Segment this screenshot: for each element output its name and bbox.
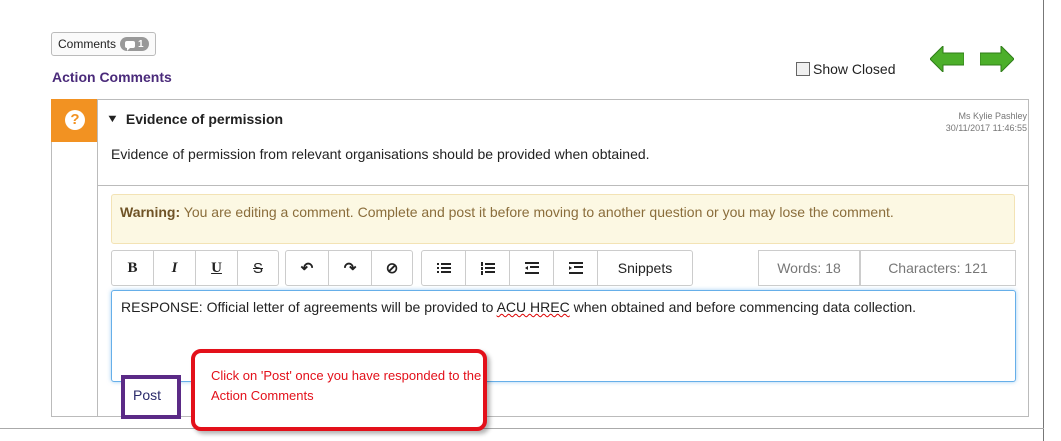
show-closed-toggle[interactable]: Show Closed — [796, 61, 896, 77]
comments-tab-label: Comments — [58, 37, 117, 51]
undo-button[interactable]: ↶ — [286, 251, 329, 285]
window-border-bottom — [0, 428, 1044, 429]
clear-format-button[interactable]: ⊘ — [372, 251, 412, 285]
editor-misspelled-acronym: ACU HREC — [496, 299, 570, 315]
bullet-list-icon — [436, 263, 451, 273]
comment-body: Evidence of permission from relevant org… — [111, 146, 650, 162]
window-border-right — [1043, 0, 1044, 441]
post-button[interactable]: Post — [121, 375, 181, 419]
snippets-button[interactable]: Snippets — [598, 251, 692, 285]
question-icon: ? — [65, 110, 85, 130]
indent-button[interactable] — [554, 251, 598, 285]
warning-label: Warning: — [120, 204, 181, 220]
comment-author: Ms Kylie Pashley — [958, 111, 1027, 121]
outdent-button[interactable] — [510, 251, 554, 285]
list-group: Snippets — [421, 250, 693, 286]
outdent-icon — [524, 262, 539, 274]
warning-text: You are editing a comment. Complete and … — [180, 204, 894, 220]
indent-icon — [568, 262, 583, 274]
comments-tab[interactable]: Comments 1 — [51, 32, 156, 56]
comment-timestamp: 30/11/2017 11:46:55 — [945, 123, 1027, 133]
character-count: Characters: 121 — [860, 250, 1016, 286]
comment-title: Evidence of permission — [125, 111, 284, 127]
strip-divider — [97, 99, 98, 417]
editor-text-start: RESPONSE: Official letter of agreements … — [121, 299, 497, 315]
strikethrough-button[interactable]: S — [238, 251, 278, 285]
show-closed-checkbox[interactable] — [796, 62, 810, 76]
comment-bubble-icon — [125, 40, 136, 51]
editor-text-end: when obtained and before commencing data… — [569, 299, 917, 315]
bold-button[interactable]: B — [112, 251, 154, 285]
arrow-left-icon[interactable] — [930, 46, 964, 72]
comments-count: 1 — [138, 38, 144, 50]
section-title: Action Comments — [52, 69, 172, 85]
redo-button[interactable]: ↷ — [329, 251, 372, 285]
comment-heading[interactable]: ▼ Evidence of permission — [105, 111, 284, 127]
underline-button[interactable]: U — [196, 251, 238, 285]
question-status-strip: ? — [51, 99, 97, 142]
divider — [97, 185, 1029, 186]
italic-button[interactable]: I — [154, 251, 196, 285]
chevron-down-icon: ▼ — [105, 113, 119, 125]
history-group: ↶ ↷ ⊘ — [285, 250, 413, 286]
instruction-callout: Click on 'Post' once you have responded … — [191, 349, 487, 431]
show-closed-label: Show Closed — [813, 61, 896, 77]
numbered-list-icon — [480, 261, 495, 275]
comments-count-badge: 1 — [120, 37, 149, 51]
word-count: Words: 18 — [758, 250, 860, 286]
warning-alert: Warning: You are editing a comment. Comp… — [111, 194, 1015, 244]
numbered-list-button[interactable] — [466, 251, 510, 285]
comment-meta: Ms Kylie Pashley 30/11/2017 11:46:55 — [946, 110, 1027, 134]
arrow-right-icon[interactable] — [980, 46, 1014, 72]
bullet-list-button[interactable] — [422, 251, 466, 285]
format-group: B I U S — [111, 250, 279, 286]
